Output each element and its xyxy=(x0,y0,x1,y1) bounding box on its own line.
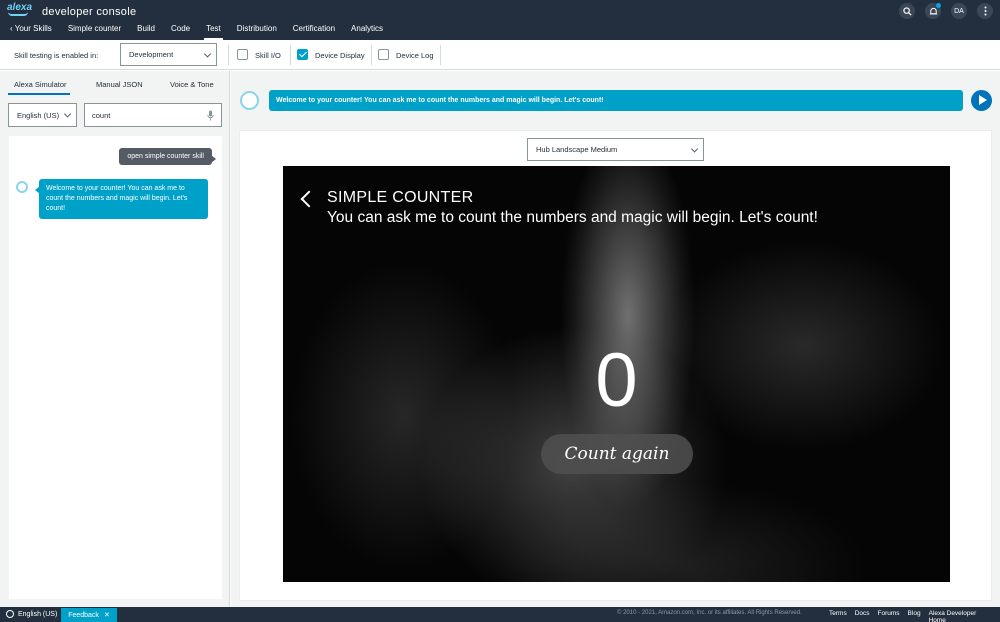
bell-icon[interactable] xyxy=(925,3,941,19)
device-log-checkbox[interactable] xyxy=(378,49,389,60)
tab-voice-tone[interactable]: Voice & Tone xyxy=(170,80,214,89)
footer-link-forums[interactable]: Forums xyxy=(878,610,900,622)
tab-manual-json[interactable]: Manual JSON xyxy=(96,80,143,89)
globe-icon xyxy=(6,610,14,618)
toolbar-divider xyxy=(371,45,372,65)
chevron-down-icon xyxy=(690,144,699,153)
search-icon[interactable] xyxy=(899,3,915,19)
close-icon[interactable]: ✕ xyxy=(104,611,110,619)
user-message: open simple counter skill xyxy=(119,148,216,165)
simulator-tabs: Alexa Simulator Manual JSON Voice & Tone xyxy=(0,71,230,95)
device-select[interactable]: Hub Landscape Medium xyxy=(527,138,704,161)
count-again-button[interactable]: Count again xyxy=(541,434,693,474)
nav-your-skills[interactable]: ‹ Your Skills xyxy=(6,24,60,40)
apl-device-screen: SIMPLE COUNTER You can ask me to count t… xyxy=(283,166,950,582)
skill-nav: ‹ Your Skills Simple counter Build Code … xyxy=(6,24,391,40)
test-toolbar: Skill testing is enabled in: Development… xyxy=(0,40,1000,70)
avatar[interactable]: DA xyxy=(951,3,967,19)
more-vertical-icon[interactable] xyxy=(977,3,993,19)
active-tab-indicator xyxy=(8,93,70,95)
chevron-down-icon xyxy=(203,49,212,58)
locale-value: English (US) xyxy=(17,110,60,120)
nav-distribution[interactable]: Distribution xyxy=(229,24,285,40)
footer-link-terms[interactable]: Terms xyxy=(829,610,847,622)
toolbar-divider xyxy=(290,45,291,65)
toolbar-divider xyxy=(440,45,441,65)
toolbar-divider xyxy=(228,45,229,65)
notification-dot xyxy=(936,3,941,8)
language-selector[interactable]: English (US) xyxy=(6,610,57,618)
stage-select[interactable]: Development xyxy=(120,43,217,66)
skill-io-checkbox[interactable] xyxy=(237,49,248,60)
device-value: Hub Landscape Medium xyxy=(536,145,618,154)
device-log-label: Device Log xyxy=(396,51,434,60)
utterance-value: count xyxy=(92,110,111,120)
alexa-ring-icon xyxy=(16,181,28,193)
simulator-panel: Alexa Simulator Manual JSON Voice & Tone… xyxy=(0,71,230,607)
alexa-message: Welcome to your counter! You can ask me … xyxy=(35,179,208,219)
testing-label: Skill testing is enabled in: xyxy=(14,51,99,60)
top-navigation: alexa developer console ‹ Your Skills Si… xyxy=(0,0,1000,40)
nav-test[interactable]: Test xyxy=(198,24,229,40)
footer-link-blog[interactable]: Blog xyxy=(908,610,921,622)
apl-title: SIMPLE COUNTER xyxy=(327,189,474,206)
locale-select[interactable]: English (US) xyxy=(8,103,77,127)
nav-build[interactable]: Build xyxy=(129,24,163,40)
footer: English (US) Feedback ✕ © 2010 - 2021, A… xyxy=(0,607,1000,622)
nav-analytics[interactable]: Analytics xyxy=(343,24,391,40)
chevron-down-icon xyxy=(63,110,72,118)
chat-transcript: open simple counter skill Welcome to you… xyxy=(9,136,222,599)
nav-skill-name[interactable]: Simple counter xyxy=(60,24,129,40)
alexa-speech-bar: Welcome to your counter! You can ask me … xyxy=(269,90,963,111)
play-button[interactable] xyxy=(971,90,992,111)
device-display-area: Welcome to your counter! You can ask me … xyxy=(231,71,1000,607)
footer-links: Terms Docs Forums Blog Alexa Developer H… xyxy=(829,610,1000,622)
alexa-ring-icon xyxy=(240,91,259,110)
footer-link-docs[interactable]: Docs xyxy=(855,610,870,622)
footer-link-alexa-home[interactable]: Alexa Developer Home xyxy=(929,610,992,622)
back-arrow-icon[interactable] xyxy=(300,190,318,208)
device-display-label: Device Display xyxy=(315,51,365,60)
apl-subtitle: You can ask me to count the numbers and … xyxy=(327,209,818,226)
tab-alexa-simulator[interactable]: Alexa Simulator xyxy=(14,80,67,89)
microphone-icon[interactable] xyxy=(207,110,214,123)
copyright: © 2010 - 2021, Amazon.com, Inc. or its a… xyxy=(617,610,802,616)
utterance-input[interactable]: count xyxy=(84,103,222,127)
nav-code[interactable]: Code xyxy=(163,24,198,40)
alexa-logo-smile-icon xyxy=(8,12,28,16)
nav-certification[interactable]: Certification xyxy=(285,24,343,40)
stage-value: Development xyxy=(129,50,174,59)
language-label: English (US) xyxy=(18,610,58,618)
feedback-button[interactable]: Feedback ✕ xyxy=(61,608,117,622)
console-title: developer console xyxy=(42,6,137,18)
skill-io-label: Skill I/O xyxy=(255,51,281,60)
counter-value: 0 xyxy=(595,338,638,423)
device-display-checkbox[interactable] xyxy=(297,49,308,60)
display-card: Hub Landscape Medium SIMPLE COUNTER You … xyxy=(239,130,992,601)
